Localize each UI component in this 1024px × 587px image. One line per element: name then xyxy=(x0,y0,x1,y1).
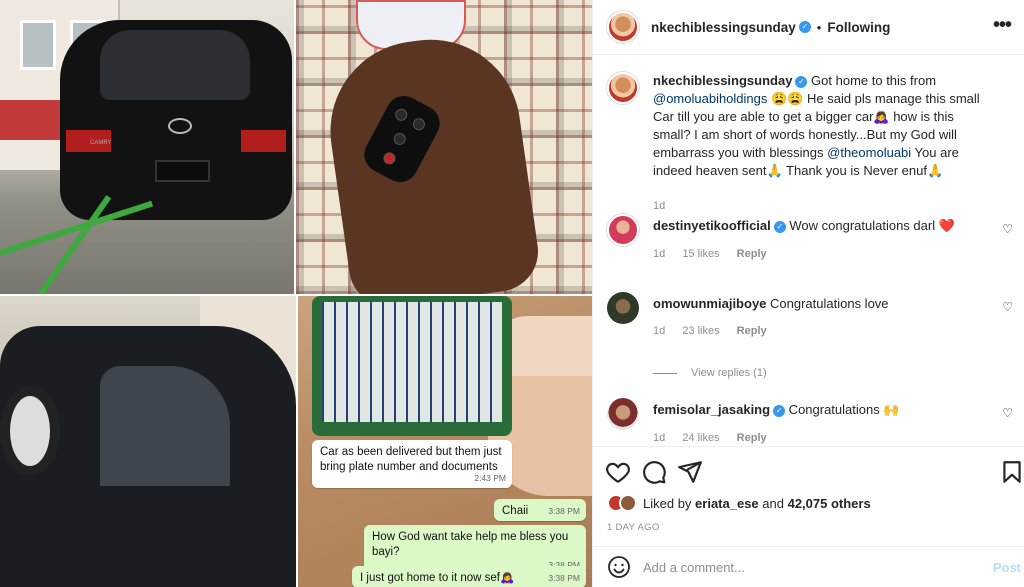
comment-likes[interactable]: 15 likes xyxy=(682,248,719,260)
avatar[interactable] xyxy=(607,72,639,104)
post-actions-bar xyxy=(593,446,1024,496)
comment-username[interactable]: femisolar_jasaking xyxy=(653,402,770,417)
like-comment-heart-icon[interactable]: ♡ xyxy=(1002,406,1013,420)
black-car: CAMRY xyxy=(60,20,292,220)
add-comment-bar: Add a comment... Post xyxy=(593,546,1024,587)
comment-text: Wow congratulations darl ❤️ xyxy=(785,218,955,233)
photo-key-in-hand xyxy=(296,0,592,294)
likes-count[interactable]: 42,075 others xyxy=(788,496,871,511)
chat-message-outgoing: I just got home to it now sef🙇‍♀️ 3:38 P… xyxy=(352,566,586,587)
post-header: nkechiblessingsunday ✓ • Following ••• xyxy=(593,0,1024,55)
following-button[interactable]: Following xyxy=(827,20,890,35)
liked-by-user[interactable]: eriata_ese xyxy=(695,496,759,511)
verified-badge-icon: ✓ xyxy=(773,220,786,233)
comment-likes[interactable]: 23 likes xyxy=(682,325,719,337)
chat-photo-documents xyxy=(312,296,512,436)
car-side xyxy=(0,326,296,587)
chat-message-time: 3:38 PM xyxy=(548,573,580,583)
reply-button[interactable]: Reply xyxy=(737,325,767,337)
chat-message-time: 3:38 PM xyxy=(548,506,580,516)
post-comment-button[interactable]: Post xyxy=(993,560,1021,575)
caption-age[interactable]: 1d xyxy=(653,200,665,212)
mention-link[interactable]: @theomoluabi xyxy=(827,145,911,160)
avatar[interactable] xyxy=(607,214,639,246)
mention-link[interactable]: @omoluabiholdings xyxy=(653,91,767,106)
chat-message-text: I just got home to it now sef🙇‍♀️ xyxy=(360,572,515,584)
photo-chat-screenshot: Car as been delivered but them just brin… xyxy=(298,296,592,587)
avatar[interactable] xyxy=(607,292,639,324)
verified-badge-icon: ✓ xyxy=(798,21,811,33)
comment-username[interactable]: destinyetikoofficial xyxy=(653,218,771,233)
verified-badge-icon: ✓ xyxy=(795,75,808,88)
comments-list[interactable]: nkechiblessingsunday ✓ Got home to this f… xyxy=(593,56,1024,446)
photo-car-rear: CAMRY xyxy=(0,0,294,294)
avatar[interactable] xyxy=(619,494,637,512)
chat-message-time: 2:43 PM xyxy=(474,473,506,483)
comment-age[interactable]: 1d xyxy=(653,325,665,337)
save-bookmark-icon[interactable] xyxy=(999,459,1024,485)
comment-bubble-icon[interactable] xyxy=(641,459,667,485)
comment-text: Congratulations 🙌 xyxy=(785,402,900,417)
chat-message-incoming: Car as been delivered but them just brin… xyxy=(312,440,512,488)
photo-car-side xyxy=(0,296,296,587)
post-author-username[interactable]: nkechiblessingsunday xyxy=(651,20,796,35)
like-comment-heart-icon[interactable]: ♡ xyxy=(1002,222,1013,236)
liked-by: Liked by eriata_ese and 42,075 others xyxy=(607,494,871,512)
more-options-icon[interactable]: ••• xyxy=(993,14,1012,37)
comment-age[interactable]: 1d xyxy=(653,432,665,444)
post-panel: nkechiblessingsunday ✓ • Following ••• n… xyxy=(592,0,1024,587)
car-model-badge: CAMRY xyxy=(90,140,112,146)
avatar[interactable] xyxy=(607,11,639,43)
chat-message-text: Chaii xyxy=(502,505,529,517)
avatar[interactable] xyxy=(607,398,639,430)
chat-message-text: Car as been delivered but them just brin… xyxy=(320,446,502,473)
chat-message-text: How God want take help me bless you bayi… xyxy=(372,531,569,558)
view-replies-button[interactable]: View replies (1) xyxy=(653,367,767,379)
add-comment-input[interactable]: Add a comment... xyxy=(643,560,745,575)
comment-username[interactable]: omowunmiajiboye xyxy=(653,296,766,311)
caption-text: Got home to this from xyxy=(807,73,937,88)
caption-username[interactable]: nkechiblessingsunday xyxy=(653,73,792,88)
comment-age[interactable]: 1d xyxy=(653,248,665,260)
reply-button[interactable]: Reply xyxy=(737,248,767,260)
post-image-carousel[interactable]: CAMRY Car as been delivered but them jus… xyxy=(0,0,592,587)
like-comment-heart-icon[interactable]: ♡ xyxy=(1002,300,1013,314)
emoji-smiley-icon[interactable] xyxy=(607,555,631,579)
post-timestamp[interactable]: 1 DAY AGO xyxy=(607,522,660,533)
view-replies-line xyxy=(653,372,677,374)
separator-dot: • xyxy=(816,19,822,35)
reply-button[interactable]: Reply xyxy=(737,432,767,444)
chat-message-outgoing: Chaii 3:38 PM xyxy=(494,499,586,521)
verified-badge-icon: ✓ xyxy=(773,404,786,417)
share-send-icon[interactable] xyxy=(677,459,703,485)
comment-text: Congratulations love xyxy=(766,296,889,311)
comment-likes[interactable]: 24 likes xyxy=(682,432,719,444)
like-heart-icon[interactable] xyxy=(605,459,631,485)
